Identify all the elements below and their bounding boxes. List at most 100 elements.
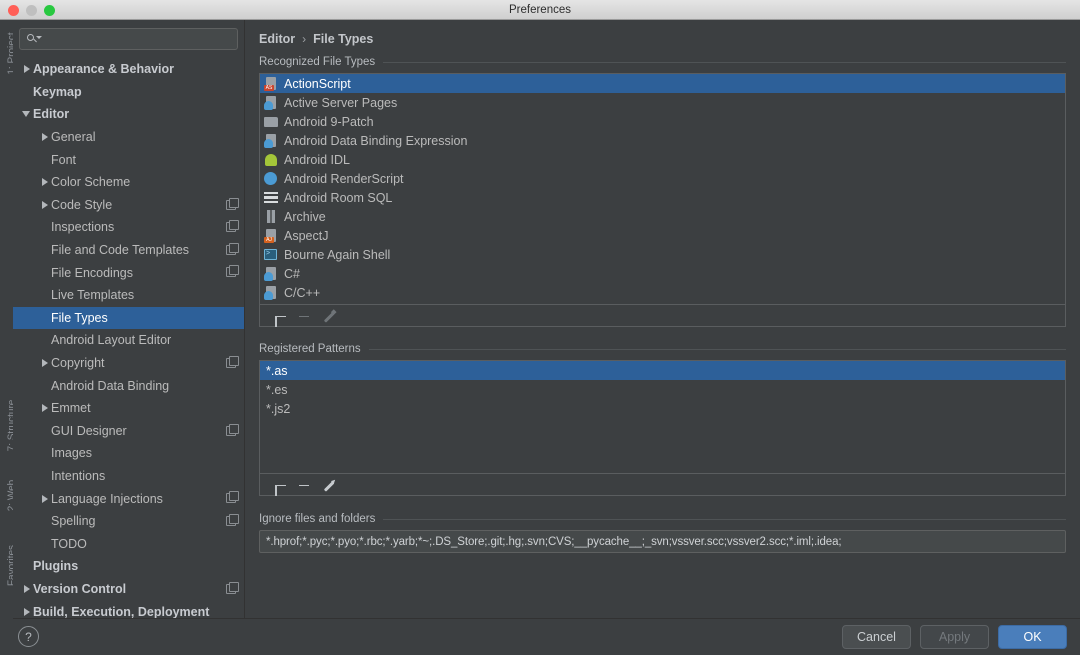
sidebar-item-version-control[interactable]: Version Control	[13, 578, 244, 601]
sidebar-item-code-style[interactable]: Code Style	[13, 194, 244, 217]
file-type-label: ActionScript	[284, 76, 351, 91]
pattern-row[interactable]: *.as	[260, 361, 1065, 380]
edit-file-type-button	[312, 306, 335, 326]
sidebar-item-editor[interactable]: Editor	[13, 103, 244, 126]
file-type-row[interactable]: Archive	[260, 207, 1065, 226]
copy-settings-icon[interactable]	[226, 581, 239, 594]
chevron-right-icon[interactable]	[39, 131, 51, 143]
pattern-row[interactable]: *.es	[260, 380, 1065, 399]
tree-spacer-icon	[39, 154, 51, 166]
file-type-row[interactable]: Active Server Pages	[260, 93, 1065, 112]
actionscript-file-icon: AS	[264, 76, 278, 91]
registered-patterns-list[interactable]: *.as *.es *.js2	[260, 361, 1065, 473]
file-type-label: Android Data Binding Expression	[284, 133, 468, 148]
sidebar-item-file-encodings[interactable]: File Encodings	[13, 261, 244, 284]
sidebar-item-label: Version Control	[33, 581, 127, 596]
sidebar-item-plugins[interactable]: Plugins	[13, 555, 244, 578]
remove-pattern-button[interactable]	[288, 475, 310, 495]
csharp-file-icon	[264, 266, 278, 281]
copy-settings-icon[interactable]	[226, 197, 239, 210]
preferences-window: 1: Project 7: Structure 2: Web Favorites…	[0, 0, 1080, 655]
file-type-row[interactable]: Android Data Binding Expression	[260, 131, 1065, 150]
sidebar-item-label: Font	[51, 152, 77, 167]
sidebar-item-spelling[interactable]: Spelling	[13, 510, 244, 533]
file-type-row[interactable]: Android 9-Patch	[260, 112, 1065, 131]
apply-button: Apply	[920, 625, 989, 649]
copy-settings-icon[interactable]	[226, 265, 239, 278]
file-type-label: Android 9-Patch	[284, 114, 374, 129]
sidebar-item-intentions[interactable]: Intentions	[13, 465, 244, 488]
file-type-row[interactable]: Android IDL	[260, 150, 1065, 169]
search-input[interactable]	[43, 32, 231, 46]
sidebar-item-font[interactable]: Font	[13, 148, 244, 171]
cancel-button[interactable]: Cancel	[842, 625, 911, 649]
file-type-label: C#	[284, 266, 300, 281]
sidebar-item-live-templates[interactable]: Live Templates	[13, 284, 244, 307]
breadcrumb: Editor › File Types	[259, 20, 1066, 50]
registered-patterns-toolbar	[259, 474, 1066, 496]
chevron-right-icon[interactable]	[39, 493, 51, 505]
copy-settings-icon[interactable]	[226, 220, 239, 233]
ignore-files-input[interactable]: *.hprof;*.pyc;*.pyo;*.rbc;*.yarb;*~;.DS_…	[259, 530, 1066, 553]
chevron-down-icon[interactable]	[21, 108, 33, 120]
sidebar-item-label: Android Layout Editor	[51, 333, 172, 348]
file-type-row[interactable]: Android Room SQL	[260, 188, 1065, 207]
copy-settings-icon[interactable]	[226, 355, 239, 368]
ok-button[interactable]: OK	[998, 625, 1067, 649]
file-type-row[interactable]: Android RenderScript	[260, 169, 1065, 188]
sidebar-item-todo[interactable]: TODO	[13, 532, 244, 555]
sidebar-item-gui-designer[interactable]: GUI Designer	[13, 420, 244, 443]
patterns-section-title: Registered Patterns	[259, 343, 361, 355]
sidebar-item-general[interactable]: General	[13, 126, 244, 149]
chevron-right-icon[interactable]	[21, 63, 33, 75]
search-box[interactable]	[19, 28, 238, 50]
close-button[interactable]	[8, 5, 19, 16]
file-type-row[interactable]: AJ AspectJ	[260, 226, 1065, 245]
file-type-label: Bourne Again Shell	[284, 247, 391, 262]
chevron-right-icon[interactable]	[39, 357, 51, 369]
section-divider	[383, 518, 1066, 520]
sidebar-item-android-layout-editor[interactable]: Android Layout Editor	[13, 329, 244, 352]
copy-settings-icon[interactable]	[226, 423, 239, 436]
chevron-right-icon[interactable]	[21, 606, 33, 618]
breadcrumb-parent[interactable]: Editor	[259, 32, 295, 46]
copy-settings-icon[interactable]	[226, 513, 239, 526]
settings-sidebar: Appearance & Behavior Keymap Editor General…	[13, 20, 245, 619]
file-type-row[interactable]: Bourne Again Shell	[260, 245, 1065, 264]
sidebar-item-appearance-behavior[interactable]: Appearance & Behavior	[13, 58, 244, 81]
sidebar-item-label: File Types	[51, 310, 108, 325]
sidebar-item-color-scheme[interactable]: Color Scheme	[13, 171, 244, 194]
pattern-row[interactable]: *.js2	[260, 399, 1065, 418]
chevron-right-icon[interactable]	[39, 199, 51, 211]
file-type-row[interactable]: C#	[260, 264, 1065, 283]
file-type-row[interactable]: AS ActionScript	[260, 74, 1065, 93]
minimize-button[interactable]	[26, 5, 37, 16]
file-type-row[interactable]: C/C++	[260, 283, 1065, 302]
chevron-right-icon[interactable]	[39, 176, 51, 188]
add-pattern-button[interactable]	[264, 475, 286, 496]
tree-spacer-icon	[39, 334, 51, 346]
sidebar-item-label: File and Code Templates	[51, 243, 190, 258]
edit-pattern-button[interactable]	[312, 475, 335, 495]
recognized-file-types-list[interactable]: AS ActionScript Active Server Pages Android…	[260, 74, 1065, 304]
sidebar-item-emmet[interactable]: Emmet	[13, 397, 244, 420]
sidebar-item-keymap[interactable]: Keymap	[13, 81, 244, 104]
chevron-right-icon[interactable]	[39, 402, 51, 414]
sidebar-item-language-injections[interactable]: Language Injections	[13, 487, 244, 510]
sidebar-item-file-types[interactable]: File Types	[13, 306, 244, 330]
tree-spacer-icon	[39, 289, 51, 301]
tree-spacer-icon	[39, 470, 51, 482]
add-file-type-button[interactable]	[264, 306, 286, 327]
sidebar-item-android-data-binding[interactable]: Android Data Binding	[13, 374, 244, 397]
sidebar-item-file-and-code-templates[interactable]: File and Code Templates	[13, 239, 244, 262]
help-button[interactable]: ?	[18, 626, 39, 647]
copy-settings-icon[interactable]	[226, 491, 239, 504]
copy-settings-icon[interactable]	[226, 242, 239, 255]
maximize-button[interactable]	[44, 5, 55, 16]
tree-spacer-icon	[39, 221, 51, 233]
tree-spacer-icon	[39, 244, 51, 256]
sidebar-item-inspections[interactable]: Inspections	[13, 216, 244, 239]
chevron-right-icon[interactable]	[21, 583, 33, 595]
sidebar-item-images[interactable]: Images	[13, 442, 244, 465]
sidebar-item-copyright[interactable]: Copyright	[13, 352, 244, 375]
